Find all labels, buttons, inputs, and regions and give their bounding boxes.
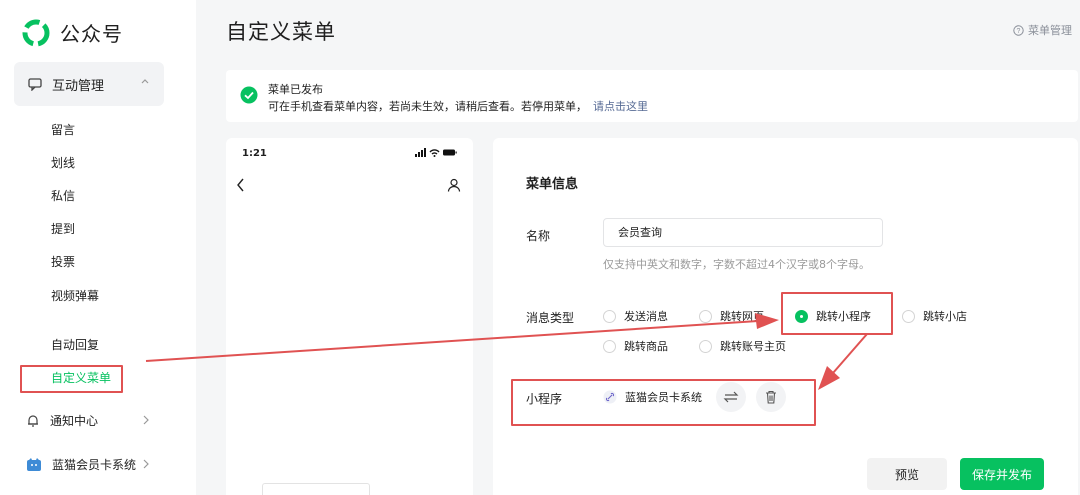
annotation-box-mini-program <box>781 292 893 335</box>
chevron-right-icon <box>143 415 149 425</box>
app-name: 公众号 <box>60 22 123 46</box>
chevron-up-icon <box>141 79 149 84</box>
radio-mini-shop[interactable]: 跳转小店 <box>902 308 967 324</box>
publish-notice: 菜单已发布 可在手机查看菜单内容，若尚未生效，请稍后查看。若停用菜单， 请点击这里 <box>226 70 1078 122</box>
blue-cat-app-icon <box>27 457 41 471</box>
radio-dot <box>603 339 616 353</box>
radio-dot <box>699 309 712 323</box>
notice-desc-row: 可在手机查看菜单内容，若尚未生效，请稍后查看。若停用菜单， 请点击这里 <box>268 98 648 114</box>
save-publish-button[interactable]: 保存并发布 <box>960 458 1044 490</box>
radio-dot <box>902 309 915 323</box>
radio-label: 跳转网页 <box>720 310 764 323</box>
sidebar-item-underline[interactable]: 划线 <box>51 154 75 171</box>
radio-label: 跳转小店 <box>923 310 967 323</box>
app-logo[interactable]: 公众号 <box>22 18 123 47</box>
radio-account-home[interactable]: 跳转账号主页 <box>699 338 786 354</box>
help-label: 菜单管理 <box>1028 24 1072 37</box>
page-title: 自定义菜单 <box>226 20 336 44</box>
sidebar-item-video-danmaku[interactable]: 视频弹幕 <box>51 287 99 304</box>
preview-button[interactable]: 预览 <box>867 458 947 490</box>
sidebar: 公众号 互动管理 留言 划线 私信 提到 投票 视频弹幕 自动回复 自定义菜单 … <box>0 0 196 495</box>
phone-menu-tab[interactable] <box>262 483 370 495</box>
phone-preview: 1:21 <box>226 138 473 495</box>
check-circle-icon <box>240 86 258 104</box>
radio-label: 跳转账号主页 <box>720 340 786 353</box>
name-label: 名称 <box>526 229 551 243</box>
sidebar-item-votes[interactable]: 投票 <box>51 253 75 270</box>
sidebar-item-comments[interactable]: 留言 <box>51 121 75 138</box>
nav-notify-label: 通知中心 <box>50 414 99 428</box>
nav-member-label: 蓝猫会员卡系统 <box>52 458 137 472</box>
annotation-box-selected-miniprogram <box>511 379 816 426</box>
radio-dot <box>699 339 712 353</box>
comment-icon <box>28 77 42 91</box>
radio-send-message[interactable]: 发送消息 <box>603 308 668 324</box>
annotation-box-sidebar <box>20 365 123 393</box>
sidebar-item-mentions[interactable]: 提到 <box>51 220 75 237</box>
bell-icon <box>28 414 38 427</box>
menu-name-input[interactable]: 会员查询 <box>603 218 883 247</box>
help-link[interactable]: ? 菜单管理 <box>1013 22 1072 38</box>
message-type-label: 消息类型 <box>526 311 575 325</box>
radio-label: 发送消息 <box>624 310 668 323</box>
radio-web-page[interactable]: 跳转网页 <box>699 308 764 324</box>
phone-status-icons <box>415 148 457 157</box>
svg-text:?: ? <box>1017 28 1021 35</box>
sidebar-item-auto-reply[interactable]: 自动回复 <box>51 336 99 353</box>
chevron-right-icon <box>143 459 149 469</box>
notice-title: 菜单已发布 <box>268 83 323 96</box>
nav-notify-center[interactable]: 通知中心 <box>26 412 150 429</box>
radio-label: 跳转商品 <box>624 340 668 353</box>
user-icon[interactable] <box>447 178 461 192</box>
name-hint: 仅支持中英文和数字，字数不超过4个汉字或8个字母。 <box>603 258 870 271</box>
radio-dot <box>603 309 616 323</box>
radio-product[interactable]: 跳转商品 <box>603 338 668 354</box>
question-circle-icon: ? <box>1013 24 1024 36</box>
notice-desc: 可在手机查看菜单内容，若尚未生效，请稍后查看。若停用菜单， <box>268 100 587 113</box>
notice-link[interactable]: 请点击这里 <box>593 100 648 113</box>
phone-time: 1:21 <box>242 148 267 159</box>
back-arrow-icon[interactable] <box>236 178 246 192</box>
nav-group-interaction[interactable]: 互动管理 <box>14 62 164 106</box>
section-title: 菜单信息 <box>526 177 579 192</box>
nav-member-system[interactable]: 蓝猫会员卡系统 <box>26 456 150 473</box>
wechat-official-logo-icon <box>22 19 50 46</box>
sidebar-item-messages[interactable]: 私信 <box>51 187 75 204</box>
nav-group-label: 互动管理 <box>52 78 105 94</box>
